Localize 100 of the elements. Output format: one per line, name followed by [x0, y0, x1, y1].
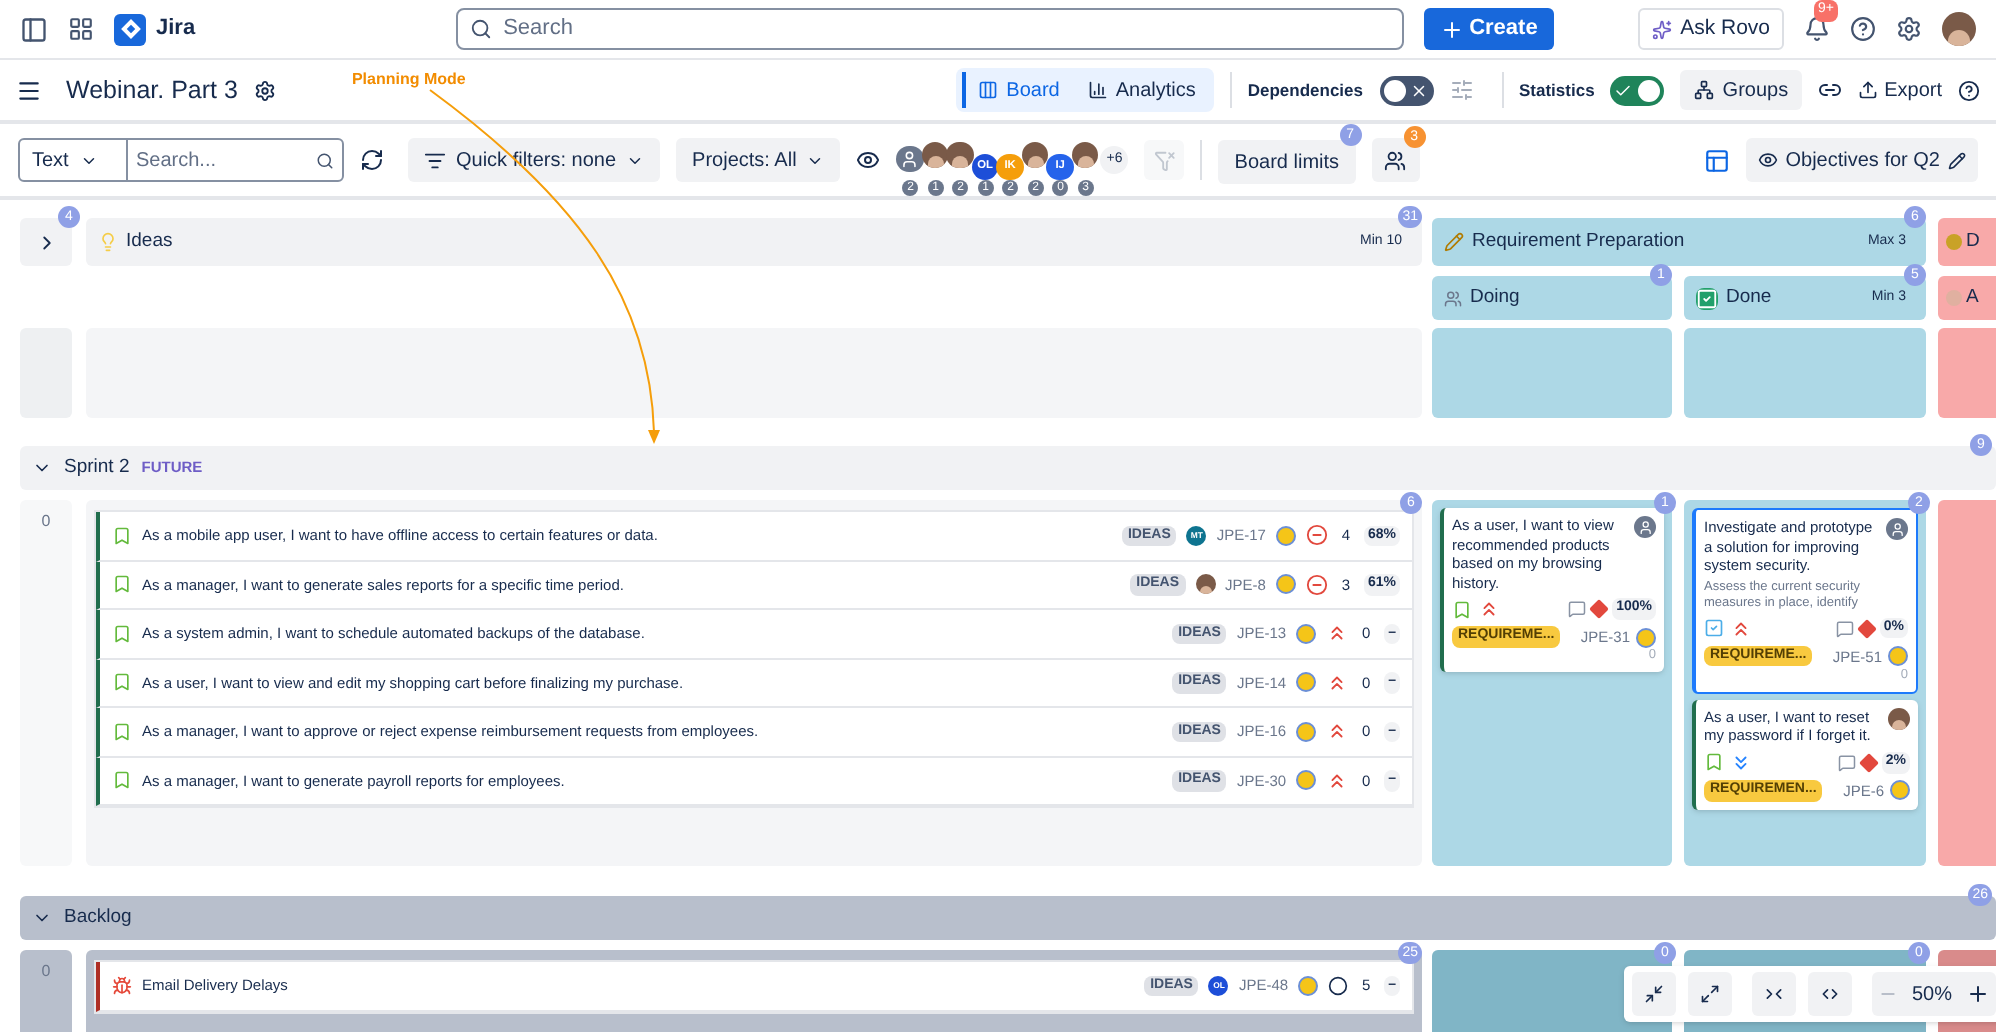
objectives-button[interactable]: Objectives for Q2: [1745, 138, 1978, 182]
lightbulb-icon: [98, 232, 118, 252]
highest-priority-icon: [1326, 622, 1349, 645]
groups-button[interactable]: Groups: [1680, 70, 1803, 110]
avatar-icon: [921, 141, 949, 168]
toggle-switch[interactable]: [1379, 75, 1433, 105]
lane-title: Backlog: [64, 903, 132, 932]
row-count: 0: [39, 960, 53, 984]
projects-button[interactable]: Projects: All: [676, 138, 841, 182]
hierarchy-icon: [1694, 80, 1715, 100]
highest-priority-icon: [1326, 720, 1349, 743]
view-tab[interactable]: Board: [962, 72, 1072, 108]
search-icon: [316, 151, 334, 169]
avatar-icon: [1942, 12, 1976, 46]
avatar-icon: [1634, 516, 1656, 538]
avatar-icon: [1021, 141, 1049, 168]
people-icon: [1444, 289, 1462, 307]
highest-priority-icon: [1326, 671, 1349, 694]
column-title: Doing: [1470, 283, 1520, 312]
settings-icon[interactable]: [253, 79, 276, 101]
ask-rovo-button[interactable]: Ask Rovo: [1638, 8, 1784, 50]
app-name[interactable]: Jira: [156, 12, 196, 46]
avatar-icon: [1071, 141, 1099, 168]
pencil-icon: [1948, 151, 1966, 169]
lane-header[interactable]: Backlog: [20, 896, 1996, 940]
columns-icon: [978, 80, 999, 100]
eye-icon: [1757, 150, 1778, 170]
avatar-icon: [946, 141, 974, 168]
expand-button[interactable]: [1688, 972, 1732, 1016]
app-logo-icon[interactable]: [114, 13, 146, 45]
notifications-icon[interactable]: [1804, 16, 1830, 42]
zoom-in-icon[interactable]: [1966, 982, 1991, 1006]
bookmark-icon: [112, 525, 132, 546]
layout-icon[interactable]: [1703, 147, 1730, 173]
sidebar-toggle-icon[interactable]: [20, 15, 48, 43]
collapse-button[interactable]: [1632, 972, 1676, 1016]
bug-icon: [112, 975, 132, 996]
app-switcher-icon[interactable]: [68, 16, 94, 42]
avatar-icon: [1886, 518, 1908, 540]
row-count: 0: [39, 510, 53, 534]
bookmark-icon: [1452, 599, 1472, 619]
eye-icon[interactable]: [856, 148, 881, 172]
close-icon: [1409, 81, 1427, 99]
upload-icon: [1858, 80, 1879, 100]
check-icon: [1614, 81, 1633, 99]
annotation-label: Planning Mode: [351, 68, 466, 92]
bookmark-icon: [112, 623, 132, 644]
bookmark-icon: [112, 721, 132, 742]
comment-icon: [1568, 600, 1587, 618]
filter-off-icon: [1153, 149, 1176, 171]
search-icon: [469, 18, 492, 40]
dependencies-label: Dependencies: [1247, 77, 1363, 103]
search-field[interactable]: Search: [455, 8, 1404, 50]
create-button[interactable]: Create: [1423, 8, 1554, 50]
export-button[interactable]: Export: [1858, 75, 1942, 105]
comment-icon: [1835, 619, 1854, 637]
refresh-icon[interactable]: [360, 148, 384, 172]
column-title: A: [1966, 283, 1979, 312]
search-input[interactable]: Search...: [136, 145, 316, 175]
board-limits-button[interactable]: Board limits: [1218, 140, 1356, 185]
avatar-icon: [1888, 707, 1910, 730]
bookmark-icon: [1704, 752, 1724, 773]
sliders-icon[interactable]: [1449, 78, 1473, 102]
checkbox-icon: [1704, 618, 1724, 638]
highest-priority-icon: [1326, 769, 1349, 792]
arrows-outward-icon: [1820, 984, 1840, 1004]
blocker-priority-icon: [1305, 524, 1328, 547]
menu-icon[interactable]: [16, 77, 42, 103]
avatar-icon: [1636, 627, 1656, 648]
collapse-icon: [1644, 984, 1664, 1004]
column-title: Done: [1726, 283, 1772, 312]
avatar-icon: [1195, 574, 1216, 595]
highest-priority-icon: [1478, 598, 1500, 620]
search-bar[interactable]: Text Search...: [18, 138, 344, 182]
avatar-icon: [1296, 770, 1317, 791]
bookmark-icon: [112, 574, 132, 595]
help-icon[interactable]: [1850, 16, 1876, 42]
comment-icon: [1837, 753, 1856, 772]
lowest-priority-icon: [1730, 751, 1752, 774]
team-button[interactable]: [1371, 138, 1420, 182]
view-tab[interactable]: Analytics: [1075, 72, 1208, 108]
avatar-icon: [1296, 672, 1317, 693]
help-icon[interactable]: [1958, 79, 1980, 101]
expand-icon: [1700, 984, 1720, 1004]
avatar-icon: [1888, 646, 1908, 667]
avatar-icon: [1296, 623, 1317, 644]
toggle-switch[interactable]: [1610, 75, 1665, 105]
search-input[interactable]: Search: [503, 12, 1390, 46]
bar-chart-icon: [1087, 80, 1108, 100]
statistics-label: Statistics: [1519, 77, 1595, 103]
link-icon[interactable]: [1818, 78, 1843, 102]
column-title: Ideas: [126, 227, 173, 256]
checkbox-icon: [1696, 287, 1718, 309]
search-mode-select[interactable]: Text: [20, 140, 128, 180]
bookmark-icon: [112, 672, 132, 693]
avatar-icon: [1298, 975, 1319, 996]
blocker-priority-icon: [1305, 573, 1328, 596]
settings-icon[interactable]: [1896, 16, 1922, 42]
bookmark-icon: [112, 770, 132, 791]
avatar-icon: [1275, 574, 1296, 595]
